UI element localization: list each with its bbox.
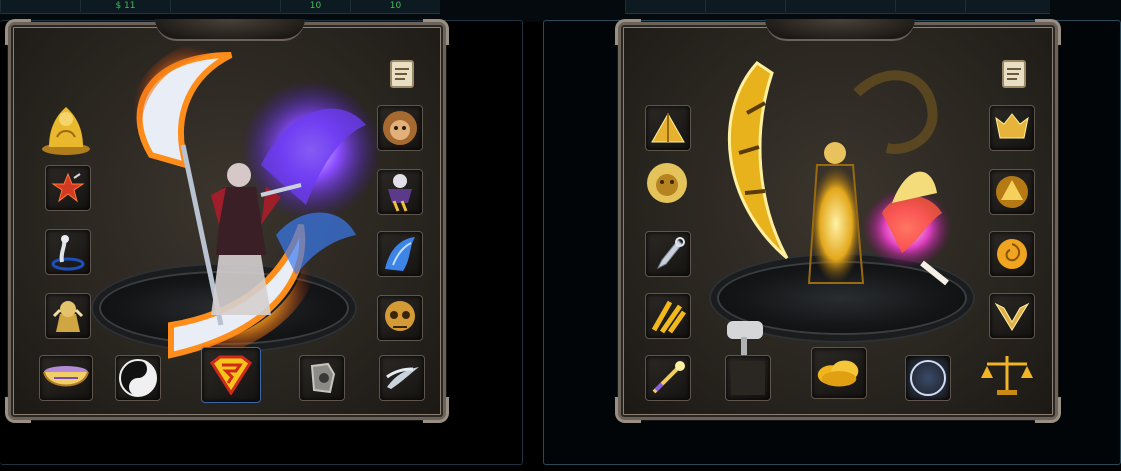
frame-crest bbox=[765, 19, 915, 41]
golden-pyramid-icon bbox=[651, 112, 685, 143]
right-stat-bar bbox=[625, 0, 1050, 14]
slot-left-3[interactable] bbox=[645, 231, 691, 277]
stat-cell bbox=[625, 0, 705, 12]
golden-wand-icon bbox=[652, 361, 685, 394]
golden-skull-icon bbox=[385, 301, 415, 331]
blue-spirit-icon bbox=[385, 237, 415, 271]
golden-helmet-icon bbox=[995, 113, 1029, 139]
silver-feather-icon bbox=[386, 367, 419, 389]
silver-dagger-icon bbox=[656, 237, 685, 270]
slot-bottom-4[interactable] bbox=[905, 355, 951, 401]
slot-left-2[interactable] bbox=[639, 159, 695, 207]
slot-bottom-5[interactable] bbox=[379, 355, 425, 401]
crystal-bowl-icon bbox=[43, 366, 89, 387]
empty-slot-icon bbox=[731, 361, 765, 395]
slot-bottom-2[interactable] bbox=[115, 355, 161, 401]
slot-right-4[interactable] bbox=[989, 293, 1035, 339]
golden-runes-icon bbox=[651, 300, 687, 334]
slot-right-1[interactable] bbox=[377, 105, 423, 151]
slot-left-5[interactable] bbox=[645, 355, 691, 401]
slot-left-4[interactable] bbox=[645, 293, 691, 339]
character-figure[interactable] bbox=[111, 35, 381, 365]
stat-cell bbox=[170, 0, 280, 12]
stat-cell bbox=[0, 0, 80, 12]
slot-right-2[interactable] bbox=[377, 169, 423, 215]
left-equipment-frame bbox=[5, 19, 449, 423]
serpent-staff-icon bbox=[51, 235, 85, 271]
slot-bottom-3[interactable] bbox=[201, 347, 261, 403]
right-equipment-frame bbox=[615, 19, 1061, 423]
purple-jester-icon bbox=[388, 174, 412, 212]
stat-cell bbox=[705, 0, 785, 12]
slot-left-5[interactable] bbox=[39, 355, 93, 401]
slot-bottom-5[interactable] bbox=[977, 349, 1037, 401]
slot-bottom-4[interactable] bbox=[299, 355, 345, 401]
slot-left-4[interactable] bbox=[45, 293, 91, 339]
left-stat-bar: $ 11 10 10 bbox=[0, 0, 440, 14]
slot-right-2[interactable] bbox=[989, 169, 1035, 215]
crescent-moon-icon bbox=[910, 360, 946, 396]
stat-cell: $ 11 bbox=[80, 0, 170, 12]
stat-cell bbox=[785, 0, 895, 12]
slot-right-3[interactable] bbox=[377, 231, 423, 277]
yin-yang-icon bbox=[119, 359, 157, 397]
lion-head-icon bbox=[383, 111, 417, 145]
character-figure[interactable] bbox=[717, 53, 977, 303]
slot-left-3[interactable] bbox=[45, 229, 91, 275]
stat-cell: 10 bbox=[350, 0, 440, 12]
golden-idol-icon bbox=[52, 301, 84, 332]
rank-book-badge[interactable] bbox=[385, 57, 419, 91]
slot-right-3[interactable] bbox=[989, 231, 1035, 277]
slot-bottom-hammer[interactable] bbox=[721, 317, 773, 357]
golden-scales-icon bbox=[981, 356, 1033, 395]
red-star-icon bbox=[51, 172, 85, 203]
slot-left-1[interactable] bbox=[645, 105, 691, 151]
slot-left-1[interactable] bbox=[39, 97, 93, 157]
golden-wings-icon bbox=[994, 302, 1030, 331]
golden-rose-icon bbox=[997, 239, 1027, 269]
scroll-book-icon bbox=[1002, 60, 1026, 88]
iron-gauntlet-icon bbox=[310, 362, 336, 394]
golden-cloud-icon bbox=[817, 360, 859, 387]
slot-left-2[interactable] bbox=[45, 165, 91, 211]
silver-hammer-icon bbox=[727, 321, 763, 355]
golden-buddha-icon bbox=[42, 107, 90, 155]
triangle-amulet-icon bbox=[996, 176, 1028, 208]
lion-face-icon bbox=[647, 163, 687, 203]
slot-right-4[interactable] bbox=[377, 295, 423, 341]
superman-emblem-icon bbox=[209, 355, 253, 395]
slot-bottom-2[interactable] bbox=[725, 355, 771, 401]
rank-book-badge[interactable] bbox=[997, 57, 1031, 91]
stat-cell: 10 bbox=[280, 0, 350, 12]
stat-cell bbox=[895, 0, 965, 12]
slot-right-1[interactable] bbox=[989, 105, 1035, 151]
slot-bottom-3[interactable] bbox=[811, 347, 867, 399]
scroll-book-icon bbox=[390, 60, 414, 88]
stat-cell bbox=[965, 0, 1050, 12]
